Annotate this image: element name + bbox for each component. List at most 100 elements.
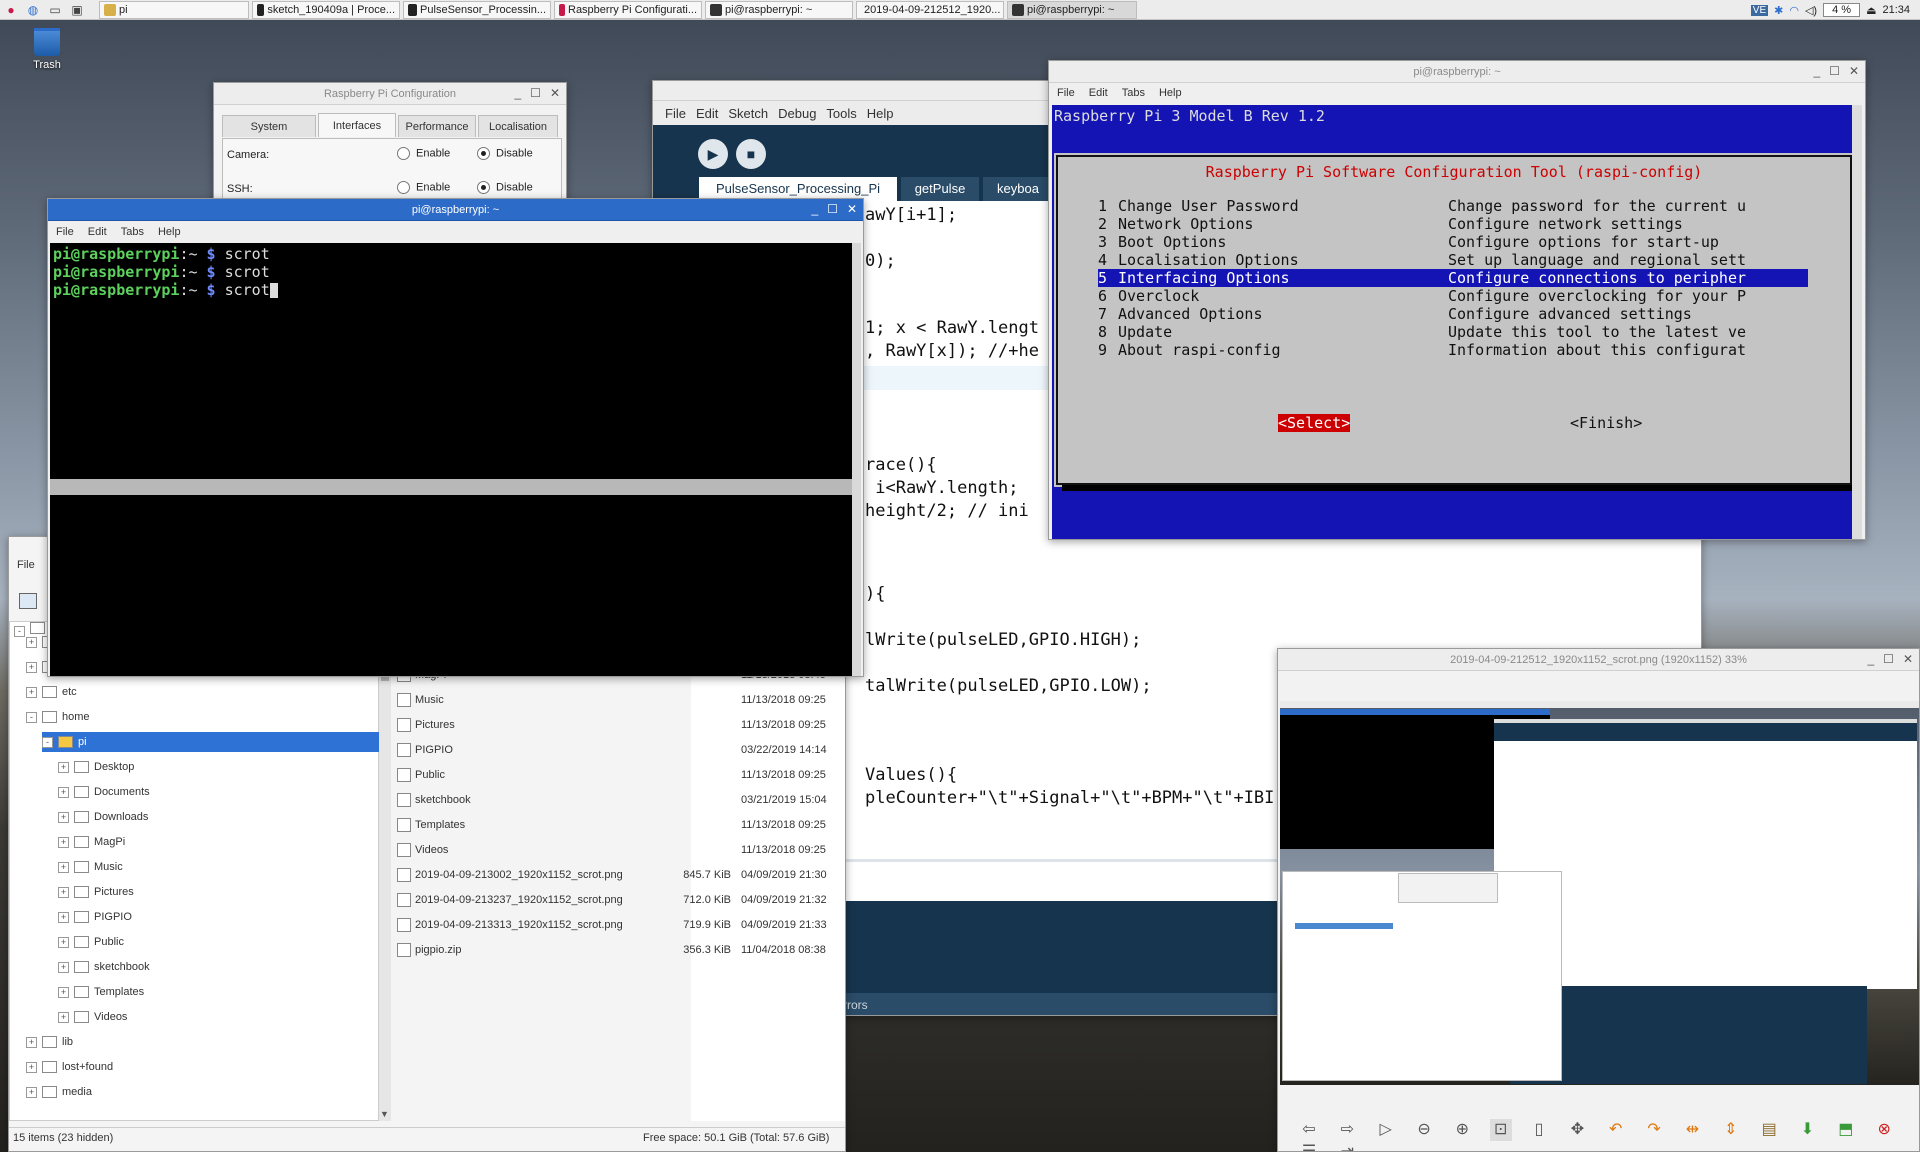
taskbar-task[interactable]: pi@raspberrypi: ~ xyxy=(1007,0,1137,19)
tree-item[interactable]: + media xyxy=(26,1082,92,1102)
menu-file[interactable]: File xyxy=(56,226,74,238)
trash-desktop-item[interactable]: Trash xyxy=(25,28,69,71)
tree-expander-icon[interactable]: + xyxy=(58,886,69,898)
rpi-config-titlebar[interactable]: Raspberry Pi Configuration _ ☐ ✕ xyxy=(214,83,566,105)
tree-item[interactable]: + sketchbook xyxy=(58,957,150,977)
tree-item[interactable]: + etc xyxy=(26,682,77,702)
tree-item[interactable]: - pi xyxy=(42,732,380,752)
next-icon[interactable]: ⇨ xyxy=(1336,1119,1358,1141)
previous-icon[interactable]: ⇦ xyxy=(1298,1119,1320,1141)
image-viewer-titlebar[interactable]: 2019-04-09-212512_1920x1152_scrot.png (1… xyxy=(1278,649,1919,671)
clock[interactable]: 21:34 xyxy=(1882,4,1910,16)
file-manager-icon[interactable]: ▭ xyxy=(44,1,66,19)
menu-sketch[interactable]: Sketch xyxy=(728,106,768,121)
slideshow-icon[interactable]: ▷ xyxy=(1375,1119,1397,1141)
tree-expander-icon[interactable]: + xyxy=(58,836,69,848)
taskbar-task[interactable]: PulseSensor_Processin... xyxy=(403,0,551,19)
select-button[interactable]: <Select> xyxy=(1278,414,1351,432)
save-as-icon[interactable]: ⬒ xyxy=(1835,1119,1857,1141)
tree-item[interactable]: + Public xyxy=(58,932,124,952)
tree-expander-icon[interactable]: - xyxy=(42,736,53,748)
taskbar-task[interactable]: sketch_190409a | Proce... xyxy=(252,0,400,19)
tree-expander-icon[interactable]: + xyxy=(26,661,37,673)
minimize-icon[interactable]: _ xyxy=(1867,652,1874,666)
raspi-config-option[interactable]: 7 Advanced Options Configure advanced sett… xyxy=(1098,305,1808,323)
tree-item[interactable]: + Documents xyxy=(58,782,150,802)
tree-expander-icon[interactable]: + xyxy=(58,811,69,823)
network-wifi-icon[interactable]: ◠ xyxy=(1789,4,1799,17)
web-browser-icon[interactable]: ◍ xyxy=(22,1,44,19)
raspi-config-option[interactable]: 3 Boot Options Configure options for start… xyxy=(1098,233,1808,251)
tab-system[interactable]: System xyxy=(222,115,316,137)
tree-expander-icon[interactable]: + xyxy=(58,936,69,948)
raspi-config-option[interactable]: 5 Interfacing Options Configure connection… xyxy=(1098,269,1808,287)
maximize-icon[interactable]: ☐ xyxy=(1829,64,1840,78)
enable-radio[interactable]: Enable xyxy=(397,147,450,160)
editor-tab[interactable]: keyboa xyxy=(983,177,1053,201)
eject-icon[interactable]: ⏏ xyxy=(1866,4,1876,17)
tree-item[interactable]: + lost+found xyxy=(26,1057,113,1077)
disable-radio[interactable]: Disable xyxy=(477,147,533,160)
vnc-icon[interactable]: VE xyxy=(1750,4,1769,16)
close-icon[interactable]: ✕ xyxy=(847,202,857,216)
flip-horizontal-icon[interactable]: ⇹ xyxy=(1681,1119,1703,1141)
tree-expander-icon[interactable]: + xyxy=(26,1036,37,1048)
menu-help[interactable]: Help xyxy=(867,106,894,121)
run-button[interactable]: ▶ xyxy=(698,139,728,169)
raspberry-menu-icon[interactable]: ● xyxy=(0,1,22,19)
tree-item[interactable]: + MagPi xyxy=(58,832,125,852)
menu-file[interactable]: File xyxy=(1057,87,1075,99)
fullscreen-icon[interactable]: ✥ xyxy=(1566,1119,1588,1141)
tree-expander-icon[interactable]: + xyxy=(58,786,69,798)
close-icon[interactable]: ✕ xyxy=(550,86,560,100)
file-row[interactable]: PIGPIO 03/22/2019 14:14 xyxy=(393,740,845,760)
tree-item[interactable]: + lib xyxy=(26,1032,73,1052)
tree-expander-icon[interactable]: - xyxy=(26,711,37,723)
open-file-icon[interactable]: ▤ xyxy=(1758,1119,1780,1141)
file-row[interactable]: Videos 11/13/2018 09:25 xyxy=(393,840,845,860)
tree-item[interactable]: + Downloads xyxy=(58,807,148,827)
terminal-scrollbar[interactable] xyxy=(852,243,861,676)
terminal-launcher-icon[interactable]: ▣ xyxy=(66,1,88,19)
zoom-in-icon[interactable]: ⊕ xyxy=(1451,1119,1473,1141)
menu-debug[interactable]: Debug xyxy=(778,106,816,121)
tree-item[interactable]: - home xyxy=(26,707,90,727)
raspi-config-titlebar[interactable]: pi@raspberrypi: ~ _ ☐ ✕ xyxy=(1049,61,1865,83)
raspi-config-option[interactable]: 1 Change User Password Change password for… xyxy=(1098,197,1808,215)
file-row[interactable]: pigpio.zip 356.3 KiB 11/04/2018 08:38 xyxy=(393,940,845,960)
taskbar-task[interactable]: 2019-04-09-212512_1920... xyxy=(856,0,1004,19)
raspi-config-option[interactable]: 6 Overclock Configure overclocking for you… xyxy=(1098,287,1808,305)
raspi-config-terminal[interactable]: Raspberry Pi 3 Model B Rev 1.2 Raspberry… xyxy=(1052,105,1854,539)
delete-icon[interactable]: ⊗ xyxy=(1873,1119,1895,1141)
screenshot-preview[interactable] xyxy=(1280,701,1919,1085)
tree-expander-icon[interactable]: + xyxy=(26,636,37,648)
tree-expander-icon[interactable]: + xyxy=(26,1061,37,1073)
rotate-left-icon[interactable]: ↶ xyxy=(1605,1119,1627,1141)
file-row[interactable]: Pictures 11/13/2018 09:25 xyxy=(393,715,845,735)
menu-tabs[interactable]: Tabs xyxy=(121,226,144,238)
finish-button[interactable]: <Finish> xyxy=(1570,414,1642,432)
terminal-output[interactable]: pi@raspberrypi:~ $ scrot pi@raspberrypi:~… xyxy=(50,243,852,676)
stop-button[interactable]: ■ xyxy=(736,139,766,169)
tab-interfaces[interactable]: Interfaces xyxy=(318,113,396,137)
file-row[interactable]: 2019-04-09-213002_1920x1152_scrot.png 845… xyxy=(393,865,845,885)
close-icon[interactable]: ✕ xyxy=(1903,652,1913,666)
menu-tools[interactable]: Tools xyxy=(826,106,856,121)
rotate-right-icon[interactable]: ↷ xyxy=(1643,1119,1665,1141)
menu-edit[interactable]: Edit xyxy=(88,226,107,238)
menu-help[interactable]: Help xyxy=(158,226,181,238)
file-row[interactable]: Public 11/13/2018 09:25 xyxy=(393,765,845,785)
tree-expander-icon[interactable]: + xyxy=(26,1086,37,1098)
tree-item[interactable]: + Videos xyxy=(58,1007,127,1027)
menu-edit[interactable]: Edit xyxy=(696,106,718,121)
maximize-icon[interactable]: ☐ xyxy=(1883,652,1894,666)
tree-item[interactable]: + Templates xyxy=(58,982,144,1002)
menu-edit[interactable]: Edit xyxy=(1089,87,1108,99)
tree-expander-icon[interactable]: + xyxy=(58,761,69,773)
menu-file[interactable]: File xyxy=(665,106,686,121)
file-row[interactable]: Music 11/13/2018 09:25 xyxy=(393,690,845,710)
minimize-icon[interactable]: _ xyxy=(1813,64,1820,78)
enable-radio[interactable]: Enable xyxy=(397,181,450,194)
disable-radio[interactable]: Disable xyxy=(477,181,533,194)
zoom-out-icon[interactable]: ⊖ xyxy=(1413,1119,1435,1141)
